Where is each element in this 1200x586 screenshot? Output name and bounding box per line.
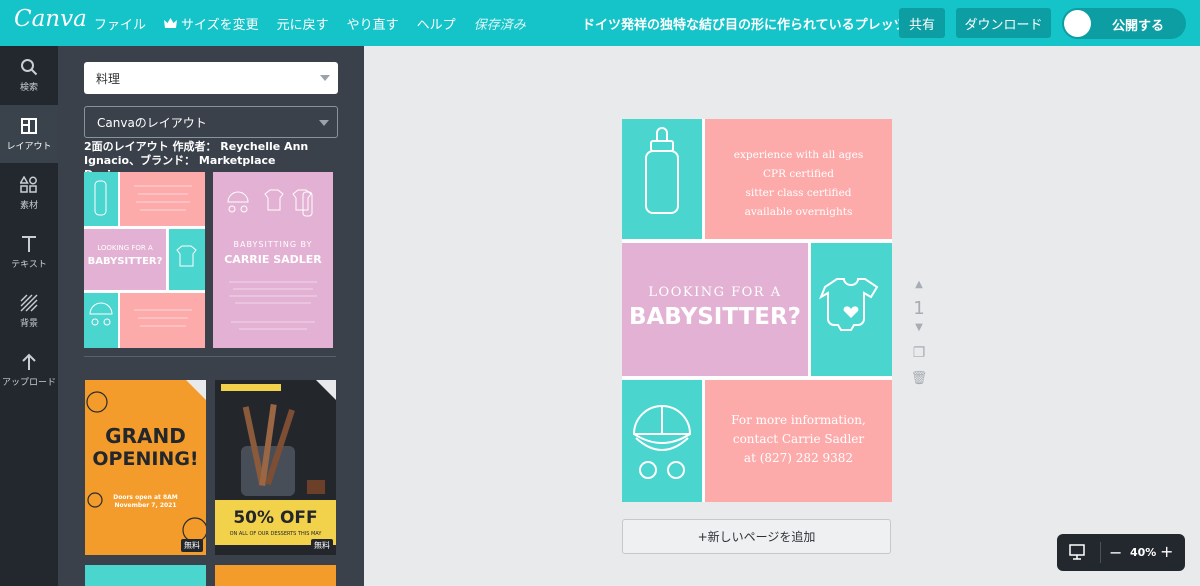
qualification-1: experience with all ages — [733, 149, 864, 161]
baby-bottle-icon — [645, 127, 679, 214]
menu-redo[interactable]: やり直す — [347, 14, 399, 33]
rail-item-layout[interactable]: レイアウト — [0, 105, 58, 163]
upload-icon — [22, 353, 36, 370]
rail-label-search: 検索 — [19, 83, 38, 93]
duplicate-page-icon[interactable]: ❐ — [910, 345, 928, 361]
page-number: 1 — [913, 298, 925, 319]
stroller-icon — [632, 405, 692, 479]
menu-undo[interactable]: 元に戻す — [277, 14, 329, 33]
zoom-in-button[interactable]: + — [1160, 542, 1173, 561]
layout-panel: 料理 Canvaのレイアウト 2面のレイアウト 作成者： Reychelle A… — [58, 46, 364, 586]
layout-source-value: Canvaのレイアウト — [97, 115, 207, 130]
toggle-knob — [1064, 10, 1091, 37]
pink-block-bottom[interactable]: For more information, contact Carrie Sad… — [705, 380, 892, 502]
layout-thumbnail-grand-opening[interactable]: GRAND OPENING! Doors open at 8AM Novembe… — [85, 380, 206, 555]
teal-block-stroller[interactable] — [622, 380, 702, 502]
zoom-control: − 40% + — [1057, 534, 1185, 571]
share-button[interactable]: 共有 — [899, 8, 945, 38]
qualification-4: available overnights — [744, 206, 853, 218]
document-title[interactable]: ドイツ発祥の独特な結び目の形に作られているプレッツ... — [582, 14, 921, 33]
thumb4-detail: ON ALL OF OUR DESSERTS THIS MAY — [229, 531, 322, 537]
free-badge: 無料 — [181, 539, 203, 552]
chevron-down-icon — [320, 75, 330, 81]
layout-source-dropdown[interactable]: Canvaのレイアウト — [84, 106, 338, 138]
crown-icon — [164, 18, 178, 28]
rail-item-text[interactable]: テキスト — [0, 223, 58, 281]
menu-resize-label: サイズを変更 — [181, 17, 259, 33]
zoom-divider — [1100, 542, 1101, 563]
elements-icon — [20, 176, 37, 193]
rail-item-elements[interactable]: 素材 — [0, 164, 58, 222]
layout-icon — [21, 118, 37, 134]
rail-label-elements: 素材 — [19, 201, 38, 211]
menu-help[interactable]: ヘルプ — [417, 14, 456, 33]
design-canvas-area: experience with all ages CPR certified s… — [364, 46, 1200, 586]
text-icon — [22, 236, 36, 252]
contact-line-3: at (827) 282 9382 — [743, 451, 854, 465]
thumb3-line1: GRAND — [105, 424, 186, 448]
zoom-level: 40% — [1130, 546, 1157, 559]
qualification-3: sitter class certified — [745, 187, 852, 199]
search-value: 料理 — [96, 71, 121, 86]
thumb2-line1: BABYSITTING BY — [233, 240, 313, 249]
page-tools: ▲ 1 ▼ ❐ 🗑 — [910, 280, 928, 387]
download-button[interactable]: ダウンロード — [956, 8, 1051, 38]
layout-thumbnail-partial[interactable] — [215, 565, 336, 586]
thumb2-line2: CARRIE SADLER — [224, 253, 322, 266]
presentation-icon[interactable] — [1069, 544, 1085, 560]
rail-item-background[interactable]: 背景 — [0, 282, 58, 340]
add-page-button[interactable]: +新しいページを追加 — [622, 519, 891, 554]
pink-block-top[interactable]: experience with all ages CPR certified s… — [705, 119, 892, 239]
main-menu: ファイル サイズを変更 元に戻す やり直す ヘルプ 保存済み — [94, 0, 544, 46]
thumb3-line2: OPENING! — [92, 448, 199, 470]
teal-block[interactable] — [622, 119, 702, 239]
contact-line-2: contact Carrie Sadler — [732, 432, 865, 446]
lilac-block[interactable]: LOOKING FOR A BABYSITTER? — [622, 243, 808, 376]
rail-label-background: 背景 — [19, 319, 38, 329]
thumb1-line1: LOOKING FOR A — [97, 244, 153, 252]
headline-line2: BABYSITTER? — [628, 304, 802, 330]
publish-toggle[interactable]: 公開する — [1062, 8, 1186, 39]
qualification-2: CPR certified — [763, 168, 834, 180]
menu-resize[interactable]: サイズを変更 — [164, 14, 259, 33]
layout-thumbnail-dessert-sale[interactable]: 50% OFF ON ALL OF OUR DESSERTS THIS MAY … — [215, 380, 336, 555]
layout-thumbnail-partial[interactable] — [85, 565, 206, 586]
canva-logo[interactable]: Canva — [14, 6, 87, 32]
search-icon — [21, 59, 38, 76]
menu-file[interactable]: ファイル — [94, 14, 146, 33]
thumbnail-artwork — [215, 380, 336, 545]
delete-page-icon[interactable]: 🗑 — [910, 371, 928, 386]
onesie-icon — [819, 278, 879, 331]
layout-thumbnail-babysitter-grid[interactable]: LOOKING FOR A BABYSITTER? — [84, 172, 205, 348]
thumb4-line1: 50% OFF — [233, 508, 318, 528]
chevron-down-icon — [319, 120, 329, 126]
panel-divider — [84, 356, 336, 357]
move-page-up-icon[interactable]: ▲ — [910, 280, 928, 290]
rail-label-upload: アップロード — [1, 378, 56, 388]
thumb3-detail2: November 7, 2021 — [114, 502, 177, 509]
headline-line1: LOOKING FOR A — [648, 285, 782, 300]
rail-item-search[interactable]: 検索 — [0, 46, 58, 104]
rail-label-layout: レイアウト — [6, 142, 52, 152]
top-bar: Canva ファイル サイズを変更 元に戻す やり直す ヘルプ 保存済み ドイツ… — [0, 0, 1200, 46]
left-rail: 検索 レイアウト 素材 テキスト 背景 アップロード — [0, 46, 58, 586]
rail-item-upload[interactable]: アップロード — [0, 341, 58, 399]
rail-label-text: テキスト — [11, 260, 47, 270]
design-page[interactable]: experience with all ages CPR certified s… — [622, 119, 892, 502]
free-badge: 無料 — [311, 539, 333, 552]
move-page-down-icon[interactable]: ▼ — [910, 323, 928, 333]
teal-block-onesie[interactable] — [811, 243, 892, 376]
zoom-out-button[interactable]: − — [1109, 543, 1122, 562]
contact-line-1: For more information, — [731, 413, 866, 427]
search-input[interactable]: 料理 — [84, 62, 338, 94]
publish-label: 公開する — [1112, 19, 1165, 34]
thumb1-line2: BABYSITTER? — [87, 256, 163, 267]
thumb3-detail1: Doors open at 8AM — [113, 494, 178, 501]
layout-thumbnail-babysitting-poster[interactable]: BABYSITTING BY CARRIE SADLER — [213, 172, 333, 348]
save-status: 保存済み — [473, 17, 526, 33]
background-icon — [20, 294, 38, 312]
